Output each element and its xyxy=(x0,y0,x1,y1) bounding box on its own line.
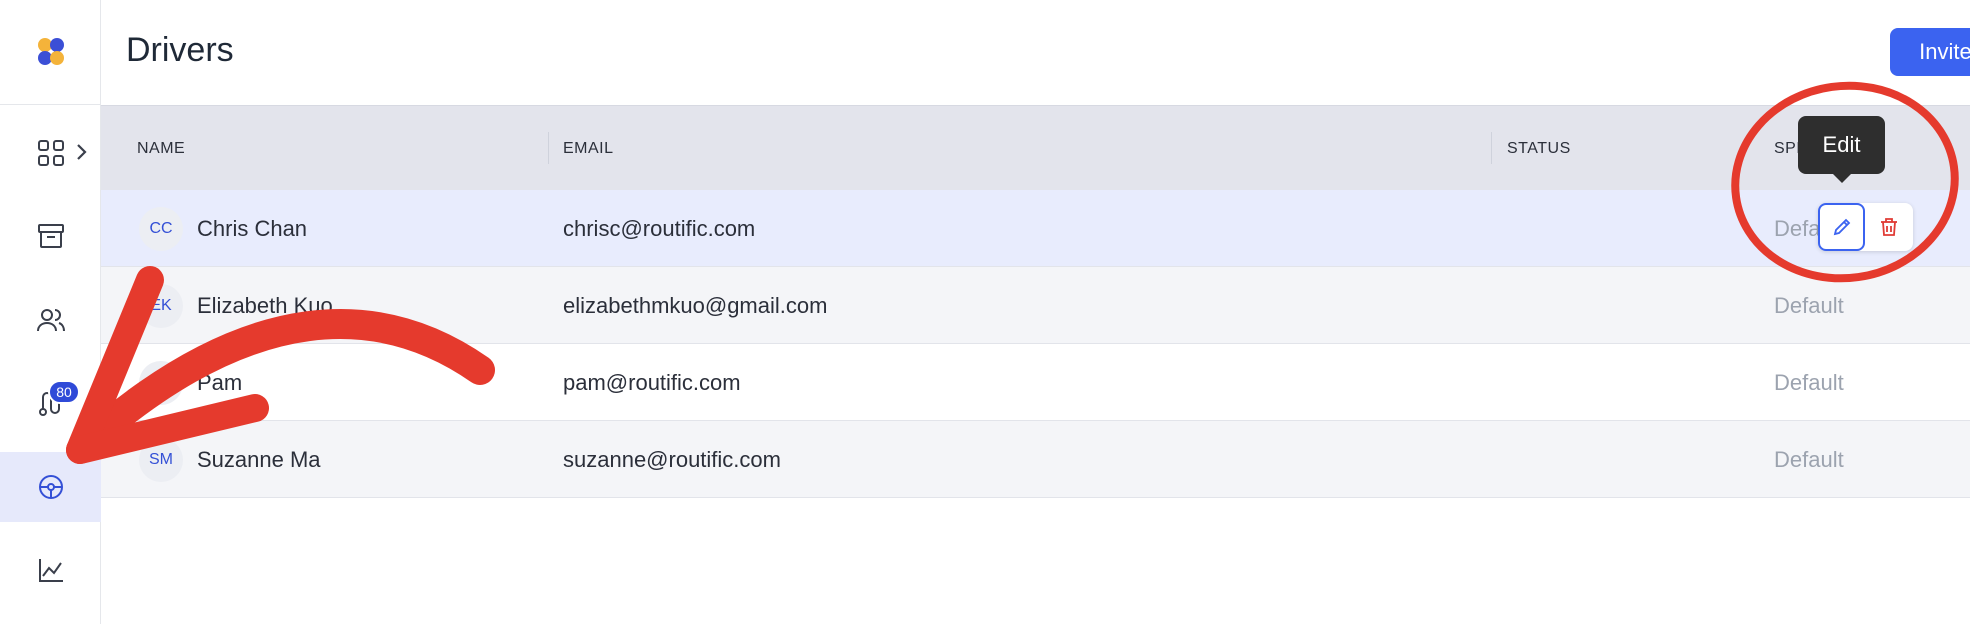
avatar: EK xyxy=(139,284,183,328)
sidebar-item-routes[interactable] xyxy=(0,368,101,438)
chart-line-icon xyxy=(38,559,63,582)
routes-badge: 80 xyxy=(48,380,80,404)
steering-wheel-icon xyxy=(38,475,63,499)
page-header: Drivers Invite driver xyxy=(101,0,1970,105)
drivers-table: NAME EMAIL STATUS SPEED CC Chris Chan ch… xyxy=(101,105,1970,498)
avatar: P xyxy=(139,361,183,405)
column-divider xyxy=(1491,132,1492,164)
sidebar-item-orders[interactable] xyxy=(0,201,101,271)
app-logo[interactable] xyxy=(0,0,101,105)
grid-icon xyxy=(37,140,64,166)
driver-email: suzanne@routific.com xyxy=(563,446,781,472)
driver-speed: Default xyxy=(1774,369,1844,395)
column-divider xyxy=(548,132,549,164)
sidebar-item-analytics[interactable] xyxy=(0,535,101,605)
table-row[interactable]: EK Elizabeth Kuo elizabethmkuo@gmail.com… xyxy=(101,267,1970,344)
driver-speed: Default xyxy=(1774,292,1844,318)
delete-button[interactable] xyxy=(1865,203,1913,251)
sidebar-item-drivers[interactable] xyxy=(0,452,101,522)
avatar: SM xyxy=(139,438,183,482)
trash-icon xyxy=(1881,218,1897,236)
avatar: CC xyxy=(139,207,183,251)
table-row[interactable]: CC Chris Chan chrisc@routific.com Defaul… xyxy=(101,190,1970,267)
chevron-right-icon[interactable] xyxy=(74,142,88,162)
table-row[interactable]: SM Suzanne Ma suzanne@routific.com Defau… xyxy=(101,421,1970,498)
column-header-status[interactable]: STATUS xyxy=(1507,106,1571,191)
archive-icon xyxy=(37,224,64,248)
column-header-email[interactable]: EMAIL xyxy=(563,106,614,191)
edit-button[interactable] xyxy=(1818,203,1865,251)
driver-name: Suzanne Ma xyxy=(197,446,321,472)
driver-email: pam@routific.com xyxy=(563,369,741,395)
column-header-name[interactable]: NAME xyxy=(137,106,185,191)
driver-name: Chris Chan xyxy=(197,215,308,241)
table-row[interactable]: P Pam pam@routific.com Default xyxy=(101,344,1970,421)
edit-tooltip: Edit xyxy=(1798,116,1885,174)
table-header: NAME EMAIL STATUS SPEED xyxy=(101,105,1970,190)
sidebar: 80 xyxy=(0,0,101,624)
sidebar-item-customers[interactable] xyxy=(0,285,101,355)
driver-name: Pam xyxy=(197,369,243,395)
invite-driver-button[interactable]: Invite driver xyxy=(1890,28,1970,76)
row-actions xyxy=(1818,203,1913,251)
driver-name: Elizabeth Kuo xyxy=(197,292,333,318)
logo-icon xyxy=(37,38,64,65)
driver-email: chrisc@routific.com xyxy=(563,215,756,241)
driver-email: elizabethmkuo@gmail.com xyxy=(563,292,828,318)
tooltip-arrow xyxy=(1832,173,1852,183)
driver-speed: Default xyxy=(1774,446,1844,472)
pencil-icon xyxy=(1833,218,1850,236)
users-icon xyxy=(36,309,65,332)
page-title: Drivers xyxy=(126,31,234,69)
